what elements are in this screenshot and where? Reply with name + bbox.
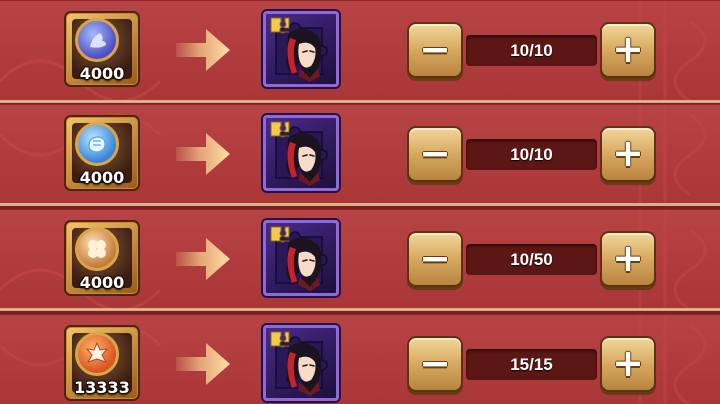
decrease-quantity-button[interactable]: − xyxy=(407,231,463,287)
cost-amount: 13333 xyxy=(74,378,130,397)
cost-item-slot[interactable]: 4000 xyxy=(64,11,140,87)
minus-icon: − xyxy=(419,236,451,281)
cost-item-slot[interactable]: 4000 xyxy=(64,220,140,296)
cost-amount: 4000 xyxy=(79,64,125,83)
exchange-row: 4000 − 10/10 + xyxy=(0,0,720,103)
plus-icon: + xyxy=(612,131,644,176)
plus-icon: + xyxy=(612,236,644,281)
purple-dragon-coin-icon xyxy=(75,18,119,62)
decrease-quantity-button[interactable]: − xyxy=(407,22,463,78)
arrow-right-icon xyxy=(176,29,230,71)
quantity-display: 15/15 xyxy=(466,349,597,380)
arrow-right-icon xyxy=(176,133,230,175)
minus-icon: − xyxy=(419,341,451,386)
hero-puzzle-piece-icon[interactable] xyxy=(263,115,339,191)
decrease-quantity-button[interactable]: − xyxy=(407,336,463,392)
increase-quantity-button[interactable]: + xyxy=(600,231,656,287)
quantity-display: 10/10 xyxy=(466,139,597,170)
arrow-right-icon xyxy=(176,238,230,280)
quantity-value: 10/50 xyxy=(510,250,553,269)
cost-amount: 4000 xyxy=(79,273,125,292)
decrease-quantity-button[interactable]: − xyxy=(407,126,463,182)
increase-quantity-button[interactable]: + xyxy=(600,336,656,392)
minus-icon: − xyxy=(419,27,451,72)
star-burst-coin-icon xyxy=(75,332,119,376)
cost-amount: 4000 xyxy=(79,168,125,187)
increase-quantity-button[interactable]: + xyxy=(600,22,656,78)
exchange-row: 13333 − 15/15 + xyxy=(0,314,720,404)
increase-quantity-button[interactable]: + xyxy=(600,126,656,182)
quantity-display: 10/10 xyxy=(466,35,597,66)
hero-puzzle-piece-icon[interactable] xyxy=(263,325,339,401)
quantity-display: 10/50 xyxy=(466,244,597,275)
exchange-row: 4000 − 10/50 + xyxy=(0,209,720,311)
minus-icon: − xyxy=(419,131,451,176)
cost-item-slot[interactable]: 4000 xyxy=(64,115,140,191)
hero-puzzle-piece-icon[interactable] xyxy=(263,11,339,87)
quantity-value: 15/15 xyxy=(510,355,553,374)
cost-item-slot[interactable]: 13333 xyxy=(64,325,140,401)
arrow-right-icon xyxy=(176,343,230,385)
hero-puzzle-piece-icon[interactable] xyxy=(263,220,339,296)
exchange-row: 4000 − 10/10 + xyxy=(0,104,720,206)
quantity-value: 10/10 xyxy=(510,41,553,60)
clover-coin-icon xyxy=(75,227,119,271)
quantity-value: 10/10 xyxy=(510,145,553,164)
plus-icon: + xyxy=(612,27,644,72)
plus-icon: + xyxy=(612,341,644,386)
exchange-list: 4000 − 10/10 + 4000 − 10/10 + 4000 − 10/… xyxy=(0,0,720,404)
blue-fist-coin-icon xyxy=(75,122,119,166)
